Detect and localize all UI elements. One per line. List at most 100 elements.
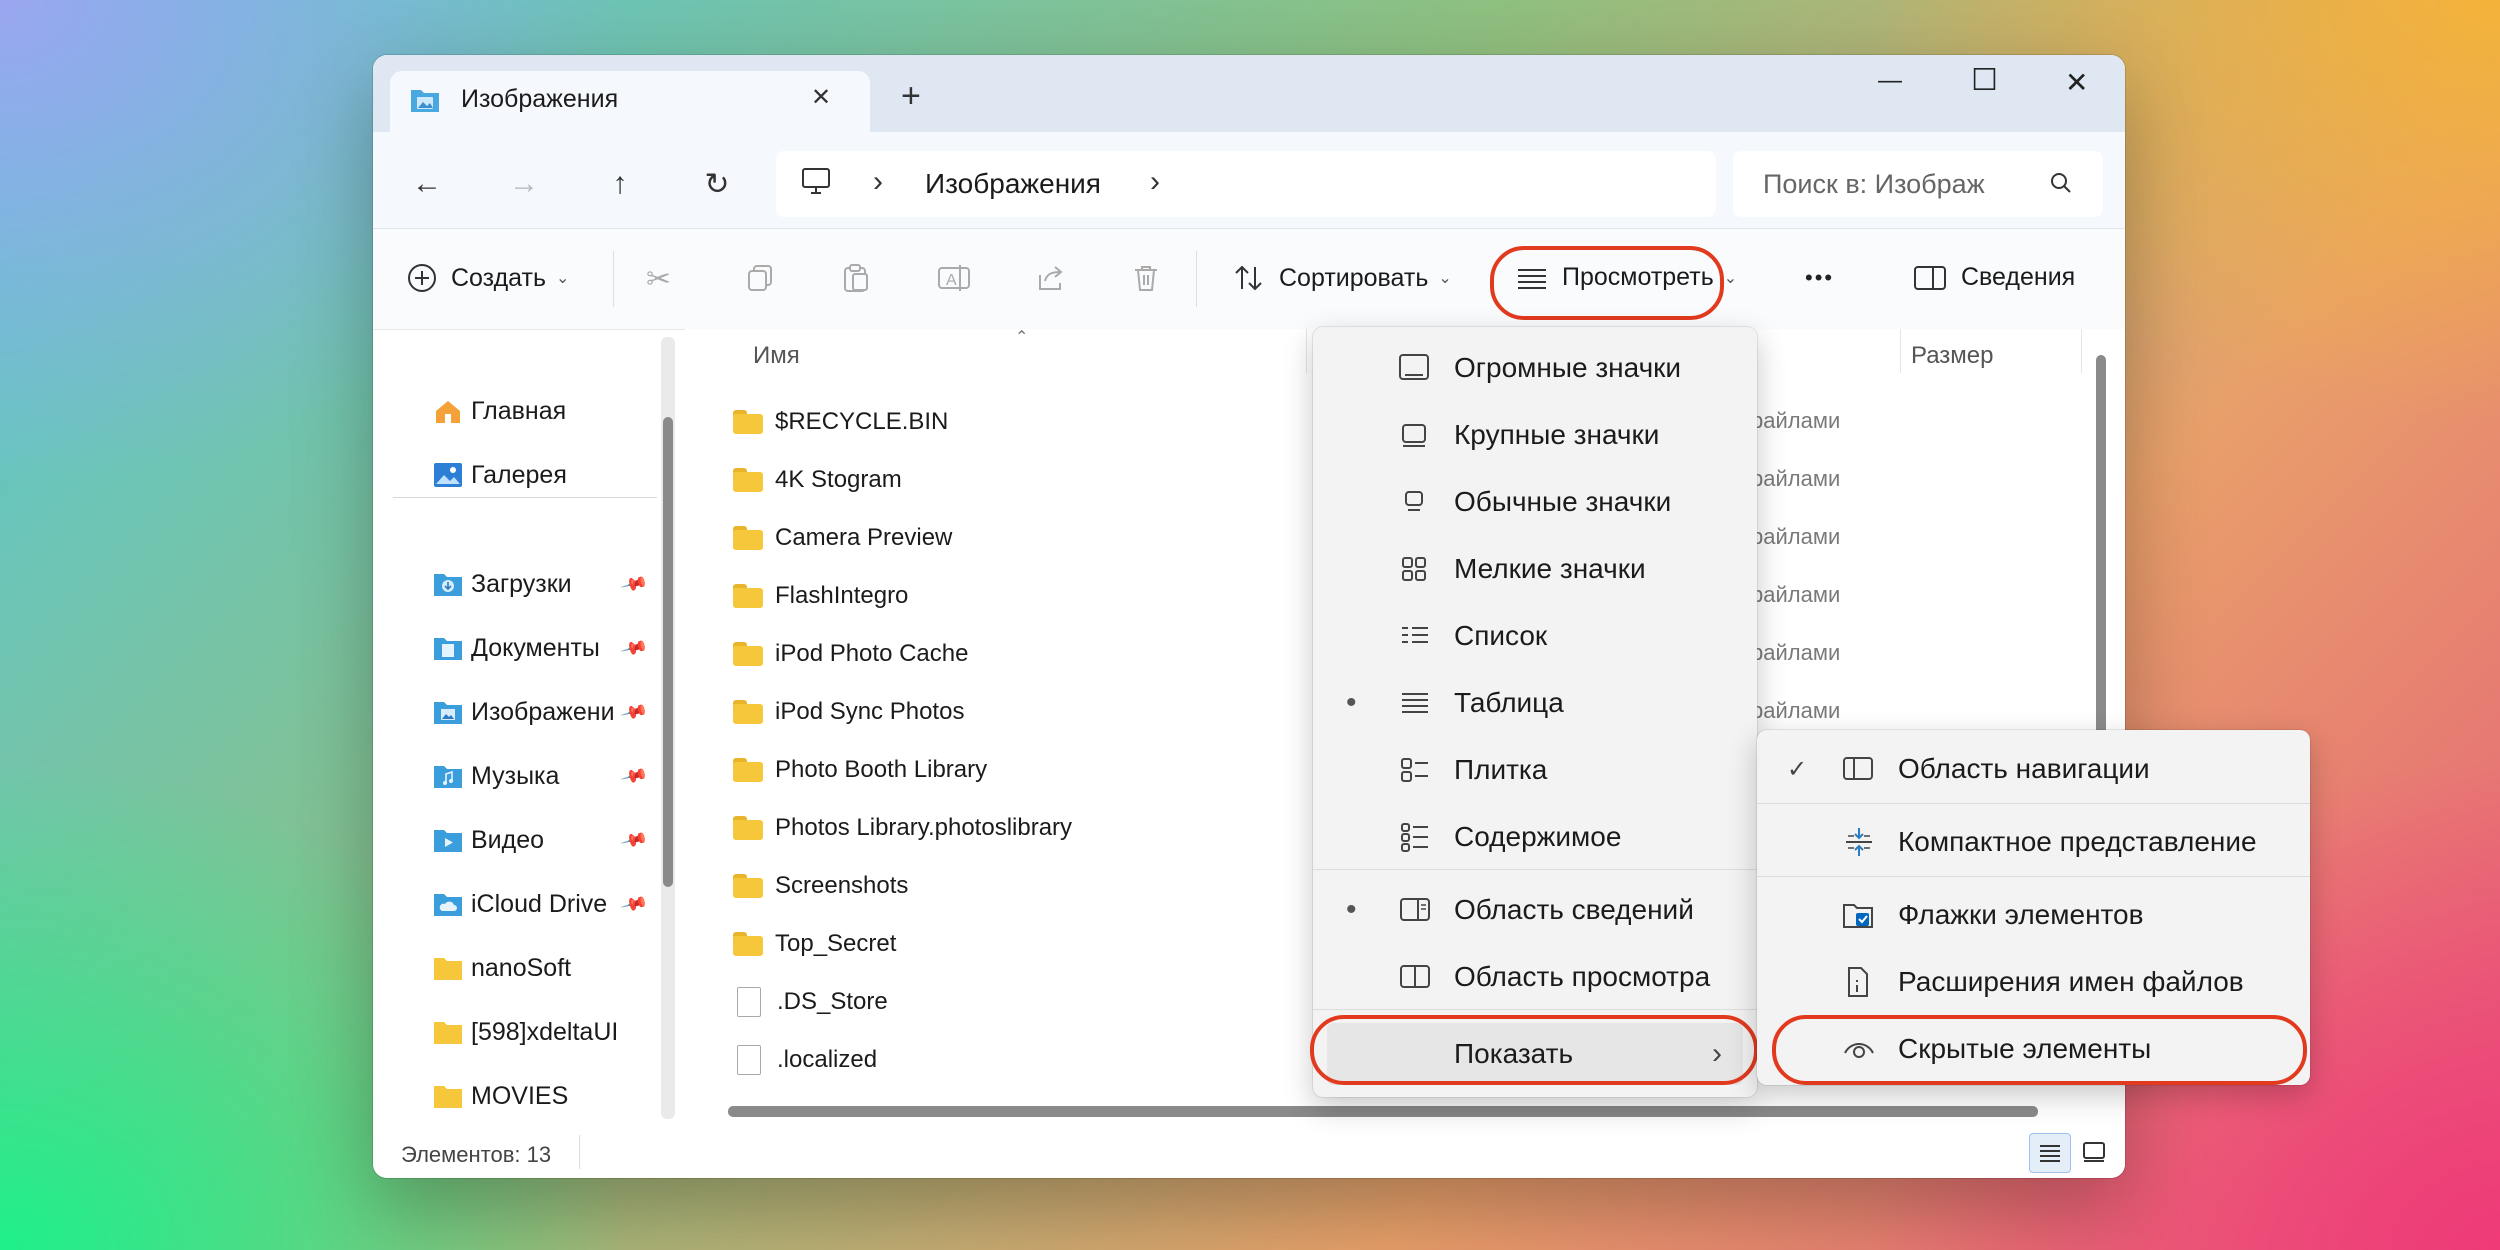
list-item[interactable]: 4K Stogram: [733, 460, 902, 500]
menu-item-label: Область просмотра: [1454, 961, 1711, 992]
folder-icon: [434, 1086, 462, 1108]
menu-item-preview-pane[interactable]: Область просмотра: [1313, 956, 1757, 998]
address-bar[interactable]: [776, 151, 1716, 217]
vertical-scroll-thumb[interactable]: [2096, 355, 2106, 795]
sidebar-item-nanosoft[interactable]: nanoSoft: [433, 948, 571, 988]
sidebar-item-xdeltaui[interactable]: [598]xdeltaUI: [433, 1012, 618, 1052]
icloud-folder-icon: [434, 894, 462, 916]
refresh-button[interactable]: ↻: [689, 156, 745, 212]
create-button[interactable]: Создать ⌄: [407, 263, 569, 293]
minimize-button[interactable]: —: [1878, 67, 1902, 95]
vertical-scrollbar[interactable]: [2093, 355, 2109, 795]
list-item[interactable]: .DS_Store: [733, 982, 888, 1022]
list-item[interactable]: FlashIntegro: [733, 576, 908, 616]
sidebar-item-movies[interactable]: MOVIES: [433, 1076, 568, 1116]
list-item[interactable]: Photos Library.photoslibrary: [733, 808, 1072, 848]
up-button[interactable]: ↑: [592, 156, 648, 212]
view-label: Просмотреть: [1562, 263, 1714, 291]
videos-folder-icon: [434, 830, 462, 852]
menu-item-details[interactable]: • Таблица: [1313, 682, 1757, 724]
new-tab-button[interactable]: +: [901, 77, 921, 116]
sidebar-item-music[interactable]: Музыка 📌: [433, 756, 649, 796]
content-icon: [1401, 823, 1428, 852]
menu-item-content[interactable]: Содержимое: [1313, 816, 1757, 858]
close-window-button[interactable]: ✕: [2065, 66, 2088, 99]
menu-item-details-pane[interactable]: • Область сведений: [1313, 889, 1757, 931]
sidebar-scroll-thumb[interactable]: [663, 417, 673, 887]
sidebar-item-label: Загрузки: [471, 569, 572, 598]
small-icons-icon: [1402, 557, 1426, 581]
breadcrumb-separator[interactable]: ›: [873, 165, 883, 199]
file-extensions-icon: [1848, 967, 1868, 997]
list-item[interactable]: Photo Booth Library: [733, 750, 987, 790]
horizontal-scrollbar[interactable]: [728, 1102, 2098, 1120]
rename-icon[interactable]: A: [937, 263, 971, 298]
details-view-toggle[interactable]: [2029, 1133, 2071, 1173]
menu-item-file-extensions[interactable]: Расширения имен файлов: [1757, 961, 2310, 1003]
column-header-size[interactable]: Размер: [1911, 342, 1994, 370]
list-item[interactable]: .localized: [733, 1040, 877, 1080]
menu-item-tiles[interactable]: Плитка: [1313, 749, 1757, 791]
maximize-button[interactable]: ☐: [1971, 63, 1998, 98]
menu-item-item-checkboxes[interactable]: Флажки элементов: [1757, 894, 2310, 936]
sidebar-item-pictures[interactable]: Изображени 📌: [433, 692, 649, 732]
list-item[interactable]: Top_Secret: [733, 924, 896, 964]
list-item[interactable]: Screenshots: [733, 866, 908, 906]
sidebar-item-icloud[interactable]: iCloud Drive 📌: [433, 884, 649, 924]
menu-item-label: Список: [1454, 620, 1548, 651]
list-icon: [1402, 627, 1428, 643]
menu-item-navigation-pane[interactable]: ✓ Область навигации: [1757, 748, 2310, 790]
file-type-cell: райлами: [1751, 640, 1841, 665]
back-button[interactable]: ←: [399, 156, 455, 212]
computer-icon: [801, 167, 831, 200]
list-item[interactable]: Camera Preview: [733, 518, 952, 558]
menu-item-extra-large-icons[interactable]: Огромные значки: [1313, 347, 1757, 389]
sidebar-item-label: Документы: [471, 633, 600, 662]
more-options-button[interactable]: •••: [1805, 265, 1834, 291]
menu-item-compact-view[interactable]: Компактное представление: [1757, 821, 2310, 863]
sort-icon: [1235, 265, 1262, 291]
sidebar-item-documents[interactable]: Документы 📌: [433, 628, 649, 668]
breadcrumb-folder[interactable]: Изображения: [925, 168, 1101, 200]
share-icon[interactable]: [1035, 263, 1065, 298]
column-header-name[interactable]: Имя: [753, 342, 800, 370]
sort-button[interactable]: Сортировать ⌄: [1233, 263, 1452, 293]
search-input[interactable]: Поиск в: Изображ: [1763, 169, 1985, 200]
menu-item-label: Обычные значки: [1454, 486, 1672, 517]
sidebar-scrollbar[interactable]: [661, 337, 675, 1119]
menu-item-list[interactable]: Список: [1313, 615, 1757, 657]
list-item[interactable]: iPod Photo Cache: [733, 634, 968, 674]
cut-icon[interactable]: ✂: [646, 262, 671, 297]
sidebar-item-gallery[interactable]: Галерея: [433, 455, 567, 495]
sidebar-item-videos[interactable]: Видео 📌: [433, 820, 649, 860]
sidebar-item-label: Главная: [471, 396, 567, 425]
list-item[interactable]: iPod Sync Photos: [733, 692, 964, 732]
file-name: $RECYCLE.BIN: [775, 408, 949, 435]
sidebar-item-downloads[interactable]: Загрузки 📌: [433, 564, 649, 604]
paste-icon[interactable]: [841, 263, 871, 298]
file-name: FlashIntegro: [775, 582, 909, 609]
forward-button[interactable]: →: [496, 156, 552, 212]
details-button[interactable]: Сведения: [1913, 263, 2075, 292]
sort-ascending-icon: ⌃: [1015, 329, 1029, 346]
horizontal-scroll-thumb[interactable]: [728, 1106, 2038, 1117]
list-item[interactable]: $RECYCLE.BIN: [733, 402, 948, 442]
sidebar-item-label: Музыка: [471, 761, 560, 790]
breadcrumb-separator[interactable]: ›: [1150, 165, 1160, 199]
sidebar-item-home[interactable]: Главная: [433, 391, 566, 431]
view-button[interactable]: Просмотреть ⌄: [1516, 263, 1737, 292]
tab-close-button[interactable]: ✕: [811, 83, 831, 112]
folder-icon: [733, 584, 763, 608]
file-name: iPod Photo Cache: [775, 640, 969, 667]
preview-pane-icon: [1400, 965, 1430, 988]
menu-item-label: Область навигации: [1898, 753, 2150, 784]
menu-item-small-icons[interactable]: Мелкие значки: [1313, 548, 1757, 590]
delete-icon[interactable]: [1131, 263, 1161, 298]
pictures-folder-icon: [410, 87, 440, 113]
menu-item-medium-icons[interactable]: Обычные значки: [1313, 481, 1757, 523]
file-name: Top_Secret: [775, 930, 897, 957]
copy-icon[interactable]: [745, 263, 775, 298]
menu-item-large-icons[interactable]: Крупные значки: [1313, 414, 1757, 456]
large-icons-view-toggle[interactable]: [2077, 1135, 2111, 1169]
plus-circle-icon: [408, 264, 436, 292]
